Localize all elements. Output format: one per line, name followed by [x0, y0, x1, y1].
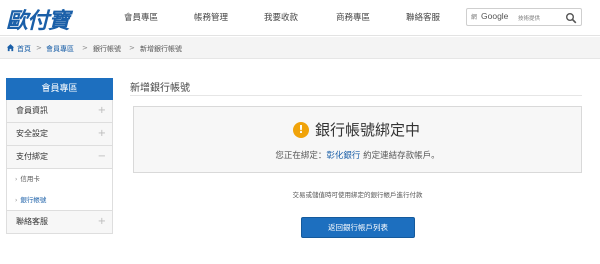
notice-prefix: 您正在綁定：	[275, 151, 327, 161]
sidebar-subitem-label: 銀行帳號	[20, 196, 47, 204]
breadcrumb: 首頁 > 會員專區 > 銀行帳號 > 新增銀行帳號	[0, 37, 600, 59]
sidebar-item-member-info[interactable]: 會員資訊 +	[6, 100, 113, 123]
chevron-right-icon: ›	[15, 197, 18, 204]
search-brand-label: 網	[471, 14, 478, 21]
breadcrumb-separator: >	[36, 44, 42, 52]
sidebar-item-label: 聯絡客服	[16, 217, 48, 226]
nav-item-support[interactable]: 聯絡客服	[406, 11, 440, 23]
sidebar-item-label: 支付綁定	[16, 152, 48, 161]
notice-heading: 銀行帳號綁定中	[315, 121, 421, 139]
sidebar: 會員專區 會員資訊 + 安全設定 + 支付綁定 − › 信用卡 › 銀行帳號 聯絡客…	[6, 78, 113, 234]
expand-icon[interactable]: +	[98, 123, 106, 145]
sidebar-item-payment-binding[interactable]: 支付綁定 −	[6, 146, 113, 169]
collapse-icon[interactable]: −	[98, 146, 106, 168]
search-box[interactable]: 網 Google 技術提供	[466, 8, 582, 26]
google-sub-label: 技術提供	[518, 16, 541, 22]
site-logo[interactable]: 歐付寶	[6, 3, 70, 35]
main-nav: 會員專區 帳務管理 我要收款 商務專區 聯絡客服	[108, 11, 448, 25]
breadcrumb-separator: >	[129, 44, 135, 52]
usage-note: 交易或儲值時可使用綁定的銀行帳戶進行付款	[292, 191, 423, 199]
search-icon[interactable]	[565, 12, 577, 24]
sidebar-subitem-bank-account[interactable]: › 銀行帳號	[6, 190, 113, 211]
nav-item-business[interactable]: 商務專區	[336, 11, 370, 23]
breadcrumb-current: 新增銀行帳號	[140, 45, 182, 53]
divider	[130, 95, 582, 96]
sidebar-subitem-credit-card[interactable]: › 信用卡	[6, 169, 113, 190]
home-icon	[6, 44, 15, 52]
exclamation-circle-icon: !	[293, 122, 309, 138]
sidebar-item-contact[interactable]: 聯絡客服 +	[6, 211, 113, 234]
page-title: 新增銀行帳號	[130, 83, 190, 94]
chevron-right-icon: ›	[15, 176, 18, 183]
breadcrumb-bank-account[interactable]: 銀行帳號	[93, 44, 121, 54]
nav-item-member[interactable]: 會員專區	[124, 11, 158, 23]
notice-message: 您正在綁定：彰化銀行 約定連結存款帳戶。	[134, 149, 581, 161]
google-label: Google	[481, 11, 509, 21]
sidebar-title: 會員專區	[6, 78, 113, 100]
nav-item-accounting[interactable]: 帳務管理	[194, 11, 228, 23]
sidebar-item-label: 安全設定	[16, 129, 48, 138]
expand-icon[interactable]: +	[98, 211, 106, 233]
site-header: 歐付寶 會員專區 帳務管理 我要收款 商務專區 聯絡客服 網 Google 技術…	[0, 0, 600, 36]
bank-name: 彰化銀行	[326, 151, 361, 161]
breadcrumb-member[interactable]: 會員專區	[46, 44, 74, 54]
binding-notice-panel: ! 銀行帳號綁定中 您正在綁定：彰化銀行 約定連結存款帳戶。	[133, 106, 582, 173]
sidebar-item-label: 會員資訊	[16, 106, 48, 115]
back-to-bank-list-button[interactable]: 返回銀行帳戶列表	[301, 217, 415, 238]
breadcrumb-home[interactable]: 首頁	[17, 44, 31, 54]
nav-item-receive[interactable]: 我要收款	[264, 11, 298, 23]
breadcrumb-separator: >	[82, 44, 88, 52]
expand-icon[interactable]: +	[98, 100, 106, 122]
sidebar-item-security[interactable]: 安全設定 +	[6, 123, 113, 146]
sidebar-subitem-label: 信用卡	[20, 175, 40, 183]
notice-suffix: 約定連結存款帳戶。	[360, 151, 440, 161]
